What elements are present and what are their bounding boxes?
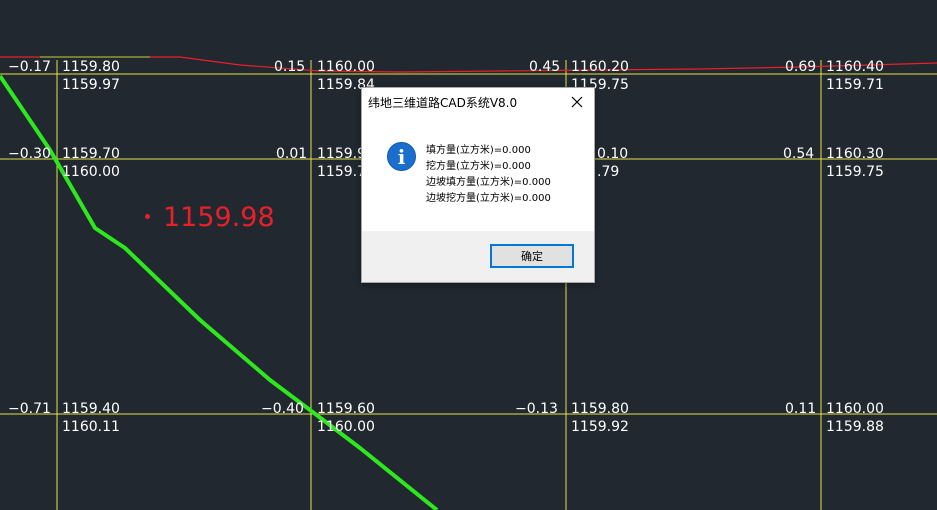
ground-elevation-label: 1159.7 (317, 164, 366, 180)
design-elevation-label: 1160.20 (571, 59, 629, 75)
ground-elevation-label: 1159.88 (826, 419, 884, 435)
message-text: 填方量(立方米)=0.000 挖方量(立方米)=0.000 边坡填方量(立方米)… (426, 143, 551, 207)
ground-elevation-label: 1159.97 (62, 77, 120, 93)
dialog-title: 纬地三维道路CAD系统V8.0 (368, 96, 518, 110)
ground-elevation-label: 1159.75 (826, 164, 884, 180)
offset-label: 0.01 (276, 146, 308, 162)
ground-elevation-label: 1160.11 (62, 419, 120, 435)
design-elevation-label: 1159.9 (317, 146, 366, 162)
design-elevation-label: 1159.80 (571, 401, 629, 417)
message-dialog: 纬地三维道路CAD系统V8.0 i 填方量(立方米)=0.000 挖方量(立方米… (361, 87, 595, 283)
offset-label: 0.15 (274, 59, 306, 75)
point-elevation-label: 1159.98 (163, 202, 275, 233)
design-elevation-label: 1160.00 (826, 401, 884, 417)
point-marker (145, 214, 150, 219)
close-icon (571, 96, 583, 108)
design-elevation-label: 1160.30 (826, 146, 884, 162)
slope-fill-volume-line: 边坡填方量(立方米)=0.000 (426, 177, 551, 188)
dialog-footer: 确定 (362, 231, 594, 282)
ground-elevation-label: .79 (597, 164, 620, 180)
info-icon: i (387, 142, 416, 171)
offset-label: −0.17 (8, 59, 51, 75)
offset-label: −0.13 (515, 401, 558, 417)
close-button[interactable] (566, 91, 588, 113)
ok-button[interactable]: 确定 (490, 244, 574, 268)
offset-label: −0.71 (8, 401, 51, 417)
offset-label: 0.54 (783, 146, 815, 162)
design-elevation-label: 1159.60 (317, 401, 375, 417)
design-elevation-label: 1159.70 (62, 146, 120, 162)
offset-label: 0.11 (785, 401, 817, 417)
offset-label: 0.69 (785, 59, 817, 75)
fill-volume-line: 填方量(立方米)=0.000 (426, 145, 531, 156)
ground-elevation-label: 1159.71 (826, 77, 884, 93)
ground-elevation-label: 1160.00 (317, 419, 375, 435)
design-elevation-label: 1159.80 (62, 59, 120, 75)
design-elevation-label: 0.10 (597, 146, 629, 162)
offset-label: −0.30 (8, 146, 51, 162)
design-elevation-label: 1160.00 (317, 59, 375, 75)
ground-elevation-label: 1160.00 (62, 164, 120, 180)
offset-label: −0.40 (261, 401, 304, 417)
slope-cut-volume-line: 边坡挖方量(立方米)=0.000 (426, 193, 551, 204)
design-elevation-label: 1159.40 (62, 401, 120, 417)
offset-label: 0.45 (529, 59, 561, 75)
design-elevation-label: 1160.40 (826, 59, 884, 75)
ground-elevation-label: 1159.92 (571, 419, 629, 435)
cut-volume-line: 挖方量(立方米)=0.000 (426, 161, 531, 172)
